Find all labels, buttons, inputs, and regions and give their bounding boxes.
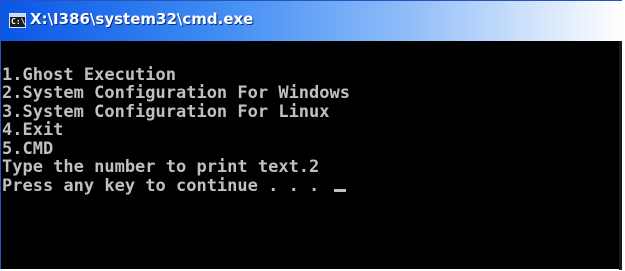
- console-output[interactable]: 1.Ghost Execution 2.System Configuration…: [2, 47, 620, 267]
- window-right-edge: [619, 41, 622, 270]
- cmd-window: C:\ X:\I386\system32\cmd.exe 1.Ghost Exe…: [0, 0, 622, 270]
- title-bar[interactable]: C:\ X:\I386\system32\cmd.exe: [1, 1, 622, 41]
- press-key-text: Press any key to continue . . .: [2, 175, 330, 196]
- console-line-menu-cmd: 5.CMD: [2, 138, 54, 159]
- cmd-icon[interactable]: C:\: [9, 13, 26, 28]
- window-title: X:\I386\system32\cmd.exe: [30, 10, 254, 28]
- console-line-press-key: Press any key to continue . . .: [2, 175, 620, 196]
- console-line-menu-ghost: 1.Ghost Execution: [2, 64, 176, 85]
- console-line-menu-linux: 3.System Configuration For Linux: [2, 101, 330, 122]
- console-line-menu-exit: 4.Exit: [2, 120, 64, 140]
- console-line-input-prompt: Type the number to print text.2: [2, 157, 320, 177]
- cmd-icon-glyph: C:\: [11, 17, 26, 26]
- console-line-menu-windows: 2.System Configuration For Windows: [2, 83, 350, 103]
- text-cursor: [333, 188, 346, 192]
